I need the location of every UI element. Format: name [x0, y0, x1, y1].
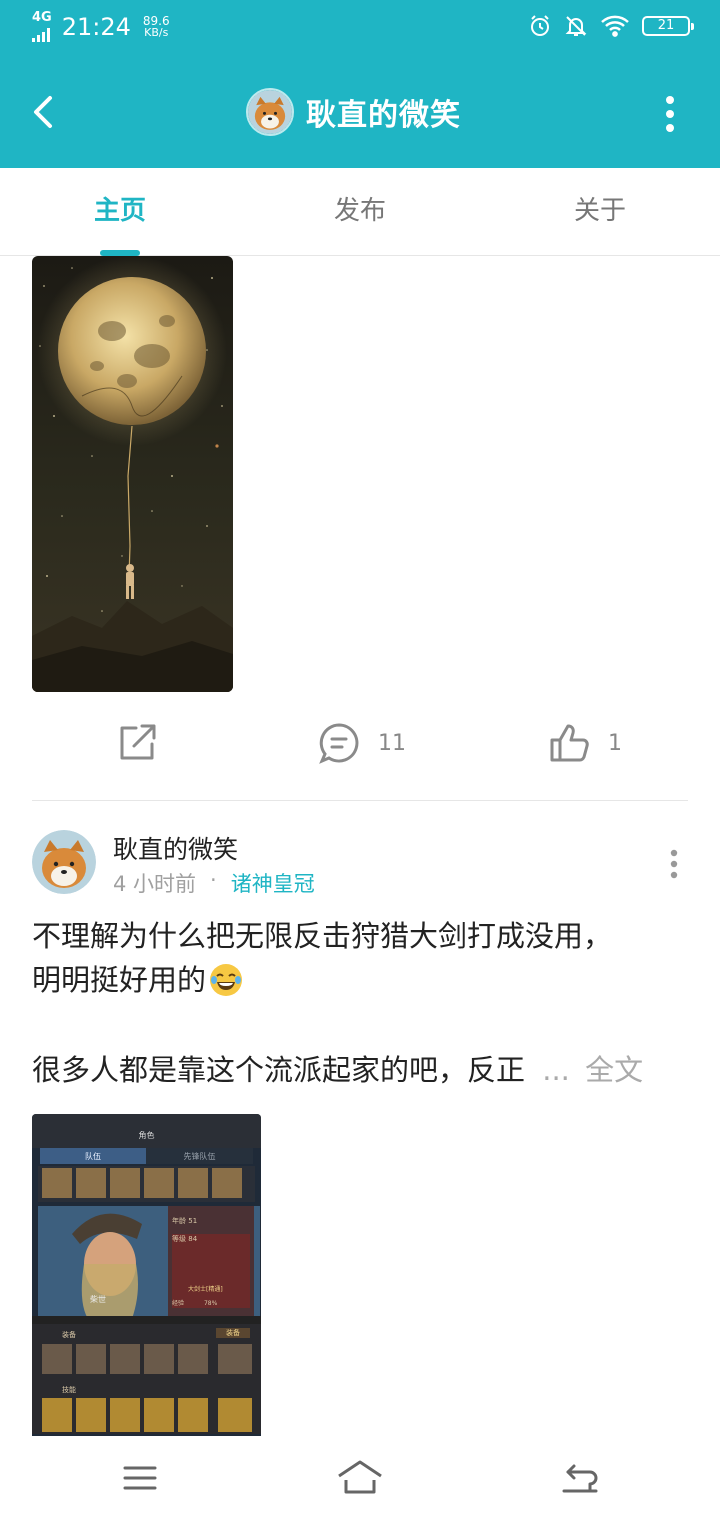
- network-type: 4G: [32, 10, 52, 25]
- game-skill-label: 技能: [62, 1386, 76, 1394]
- back-button[interactable]: [26, 90, 66, 134]
- menu-icon: [123, 1466, 157, 1490]
- game-title: 角色: [138, 1131, 155, 1140]
- game-tab-vanguard: 先锋队伍: [183, 1152, 216, 1161]
- post-text-line-3-row: 很多人都是靠这个流派起家的吧，反正 ... 全文: [32, 1048, 692, 1092]
- post-text-line-1: 不理解为什么把无限反击狩猎大剑打成没用，: [32, 919, 613, 953]
- status-right: 21: [528, 14, 694, 38]
- like-button[interactable]: 1: [548, 722, 622, 764]
- game-equip-label: 装备: [62, 1331, 76, 1339]
- post-image-game[interactable]: 角色 队伍 先锋队伍 年龄 51 等级 84 大剑士[精通] 经验 78% 柴世…: [32, 1114, 261, 1436]
- network-speed-unit: KB/s: [144, 26, 169, 39]
- game-level-label: 等级: [172, 1235, 186, 1243]
- comment-count: 11: [378, 730, 406, 756]
- game-tab-team: 队伍: [85, 1152, 101, 1161]
- laughing-emoji-icon: [210, 964, 243, 996]
- post-author-name[interactable]: 耿直的微笑: [113, 830, 238, 866]
- tab-about[interactable]: 关于: [480, 168, 720, 256]
- like-count: 1: [608, 730, 622, 756]
- post-body[interactable]: 不理解为什么把无限反击狩猎大剑打成没用， 明明挺好用的: [32, 914, 692, 1002]
- ellipsis: ...: [542, 1053, 570, 1087]
- game-class-label: 大剑士[精通]: [188, 1286, 223, 1293]
- wifi-icon: [601, 15, 629, 37]
- more-vertical-icon: [670, 849, 678, 879]
- battery-indicator: 21: [642, 16, 694, 36]
- post-meta: 4 小时前 · 诸神皇冠: [113, 868, 315, 898]
- post-divider: [32, 800, 688, 801]
- post-time: 4 小时前: [113, 872, 197, 896]
- profile-tabs: 主页 发布 关于: [0, 168, 720, 256]
- game-exp-label: 经验: [172, 1300, 185, 1307]
- meta-separator: ·: [210, 868, 217, 892]
- post-group-link[interactable]: 诸神皇冠: [231, 868, 315, 898]
- tab-posts[interactable]: 发布: [240, 168, 480, 256]
- comment-button[interactable]: 11: [318, 722, 406, 764]
- post-text-line-3: 很多人都是靠这个流派起家的吧，反正: [32, 1053, 526, 1087]
- post-text-line-2-wrap: 明明挺好用的: [32, 958, 692, 1002]
- game-equip-button: 装备: [216, 1328, 250, 1338]
- alarm-icon: [531, 15, 549, 36]
- share-button[interactable]: [116, 722, 158, 764]
- avatar[interactable]: [246, 88, 294, 136]
- chevron-left-icon: [34, 96, 52, 128]
- page-title: 耿直的微笑: [306, 98, 461, 133]
- status-left: 4G 21:24 89.6 KB/s: [32, 10, 170, 42]
- bell-off-icon: [565, 16, 587, 36]
- comment-icon: [319, 723, 359, 764]
- share-icon: [120, 724, 156, 760]
- more-options-button[interactable]: [660, 94, 680, 134]
- signal-indicator: 4G: [32, 10, 52, 42]
- post-image-moon[interactable]: [32, 256, 233, 692]
- game-exp-row: 经验 78%: [172, 1298, 217, 1307]
- more-vertical-icon: [666, 96, 674, 132]
- post-actions: 11 1: [0, 712, 720, 778]
- game-age-row: 年龄 51: [172, 1216, 197, 1226]
- return-button[interactable]: [560, 1458, 600, 1498]
- status-bar: 4G 21:24 89.6 KB/s 21: [0, 0, 720, 56]
- return-icon: [562, 1464, 598, 1493]
- thumbs-up-icon: [550, 724, 589, 762]
- game-age-value: 51: [188, 1217, 198, 1225]
- game-exp-percent: 78%: [203, 1300, 218, 1307]
- system-nav-bar: [0, 1436, 720, 1520]
- signal-icon: [32, 28, 50, 42]
- game-age-label: 年龄: [172, 1217, 186, 1225]
- post-author-avatar[interactable]: [32, 830, 96, 894]
- home-button[interactable]: [336, 1458, 384, 1498]
- menu-button[interactable]: [120, 1458, 160, 1498]
- network-speed: 89.6 KB/s: [143, 15, 170, 39]
- home-icon: [338, 1460, 382, 1494]
- post-more-button[interactable]: [668, 848, 680, 880]
- game-character-name: 柴世: [90, 1295, 106, 1304]
- app-bar: 耿直的微笑: [0, 56, 720, 168]
- full-text-link[interactable]: 全文: [585, 1053, 643, 1087]
- game-level-row: 等级 84: [172, 1234, 197, 1244]
- game-level-value: 84: [188, 1235, 198, 1243]
- profile-title: 耿直的微笑: [246, 88, 461, 136]
- clock: 21:24: [61, 13, 131, 41]
- tab-home[interactable]: 主页: [0, 168, 240, 256]
- post-text-line-2: 明明挺好用的: [32, 963, 207, 997]
